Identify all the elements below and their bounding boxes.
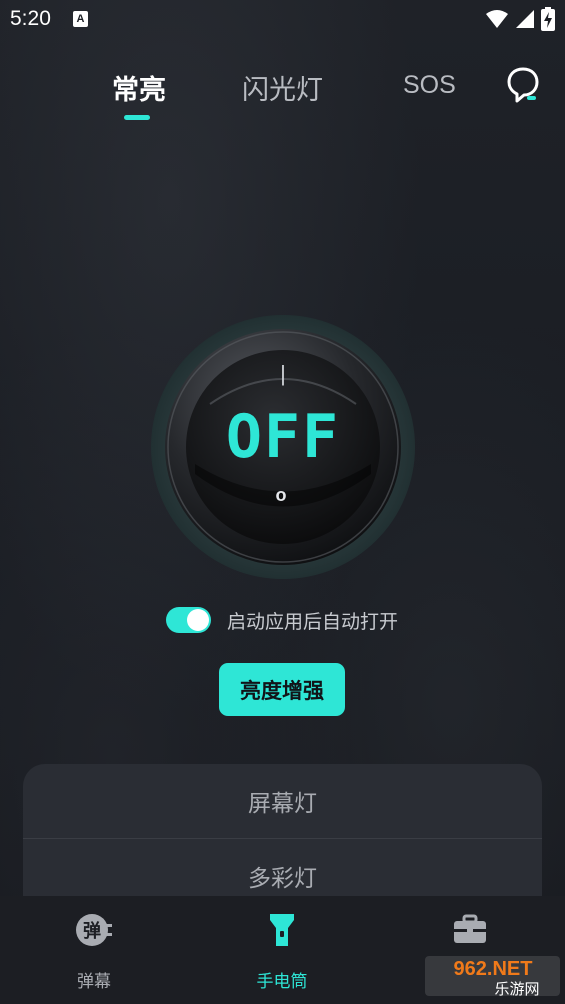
switch-knob: [187, 609, 209, 631]
flashlight-icon: [270, 914, 294, 946]
nav-danmaku-label: 弹幕: [77, 972, 111, 992]
brightness-boost-button[interactable]: 亮度增强: [219, 663, 345, 716]
notification-a-icon: A: [73, 11, 88, 27]
mode-tabs: 常亮 闪光灯 SOS: [0, 62, 565, 122]
active-tab-indicator: [124, 115, 150, 120]
auto-open-switch[interactable]: [166, 607, 211, 633]
wifi-icon: [486, 10, 508, 28]
site-watermark-logo: 962.NET 乐游网: [425, 956, 560, 998]
light-mode-list: 屏幕灯 多彩灯: [23, 764, 542, 914]
tab-sos[interactable]: SOS: [403, 71, 456, 100]
power-state-text: OFF: [226, 402, 340, 472]
danmaku-icon-text: 弹: [83, 920, 101, 942]
status-bar: 5:20 A: [0, 0, 565, 40]
mode-screen-light[interactable]: 屏幕灯: [23, 764, 542, 838]
auto-open-label: 启动应用后自动打开: [227, 610, 399, 633]
nav-flashlight-label: 手电筒: [256, 972, 308, 992]
tab-steady[interactable]: 常亮: [112, 68, 166, 107]
nav-danmaku[interactable]: 弹 弹幕: [0, 896, 188, 1004]
power-button[interactable]: | OFF o: [150, 314, 416, 580]
nav-flashlight[interactable]: 手电筒: [188, 896, 376, 1004]
status-icons: [485, 7, 555, 31]
battery-charging-icon: [541, 7, 555, 31]
power-off-mark: o: [276, 485, 287, 505]
help-chat-icon[interactable]: [505, 65, 541, 105]
power-on-mark: |: [280, 361, 286, 386]
toolbox-icon: [454, 914, 486, 943]
auto-open-row: 启动应用后自动打开: [166, 604, 398, 636]
watermark-top: 962.NET: [454, 958, 533, 980]
cell-signal-icon: [516, 10, 534, 28]
watermark-bottom: 乐游网: [494, 980, 539, 998]
status-time: 5:20: [10, 7, 51, 30]
danmaku-icon: 弹: [76, 914, 112, 946]
tab-flash[interactable]: 闪光灯: [242, 68, 323, 107]
